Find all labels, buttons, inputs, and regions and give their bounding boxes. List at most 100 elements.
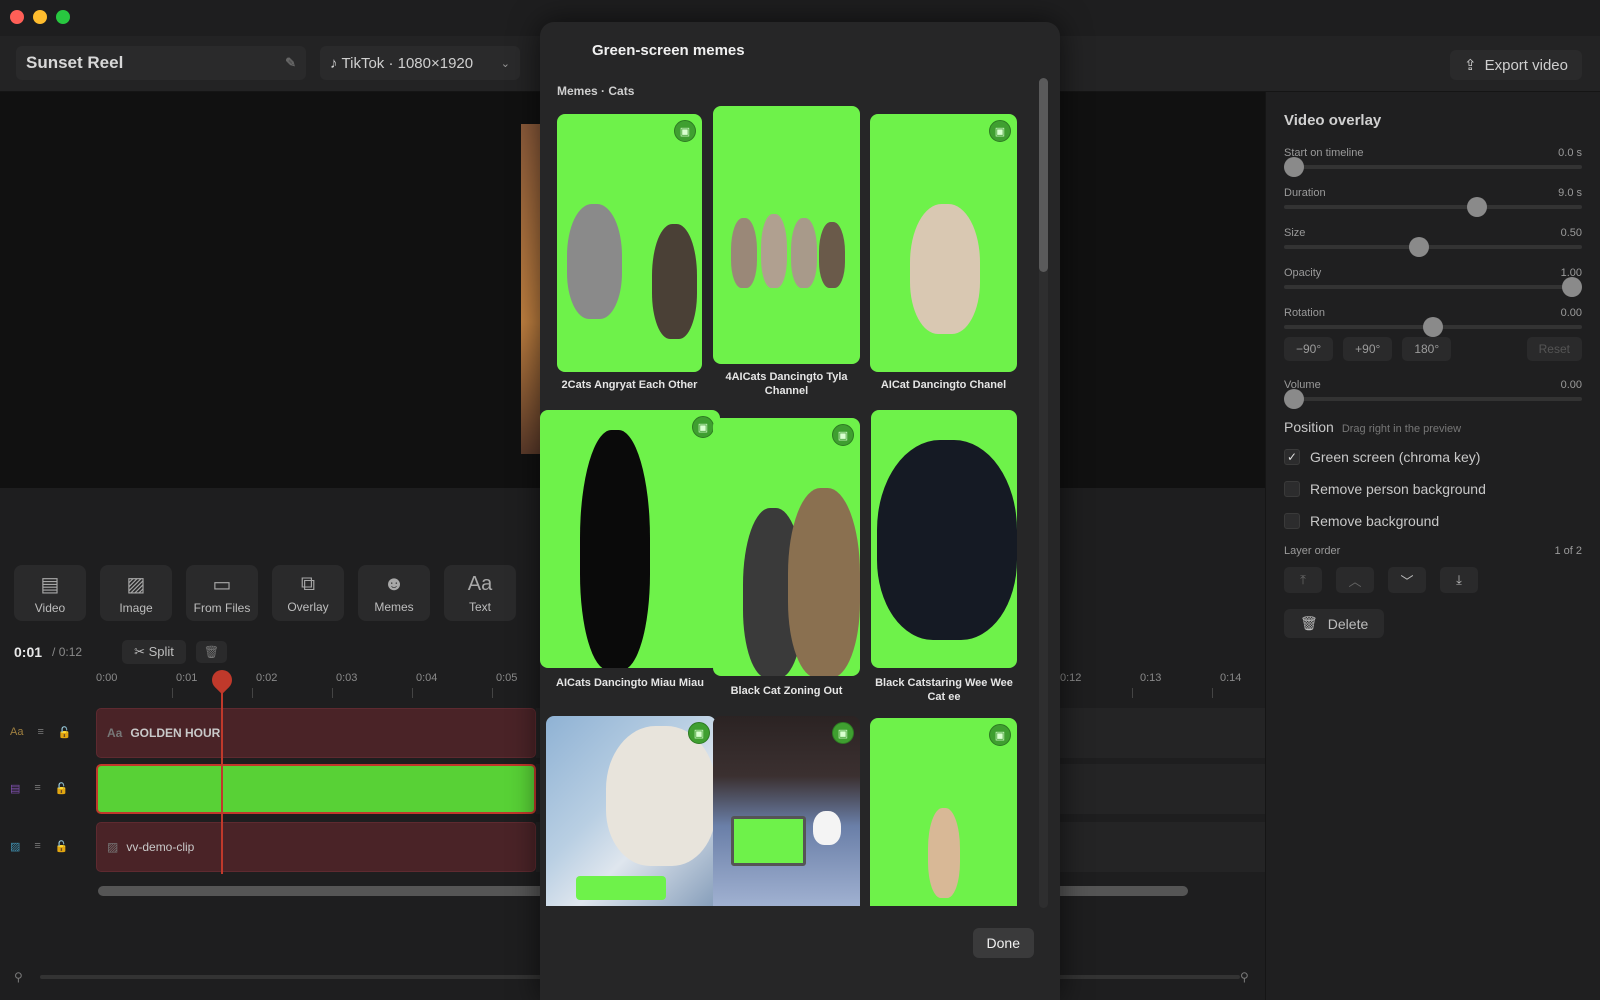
zoom-in-icon[interactable]: ⚲	[1240, 970, 1249, 984]
meme-card-2cats[interactable]: ▣ 2Cats Angryat Each Other	[557, 114, 702, 404]
move-up-icon[interactable]: ︿	[1336, 567, 1374, 593]
meme-card-cat-standing[interactable]: ▣	[870, 718, 1017, 906]
tool-label: Video	[34, 600, 66, 615]
meme-card-black-catstaring[interactable]: Black Catstaring Wee Wee Cat ee	[871, 410, 1017, 710]
menu-icon[interactable]: ≡	[37, 726, 43, 739]
slider-rotation: Rotation 0.00	[1284, 307, 1582, 337]
film-track-icon: ▤	[10, 783, 21, 795]
text-clip[interactable]: Aa GOLDEN HOUR	[96, 708, 536, 758]
slider-start: Start on timeline 0.0 s	[1284, 147, 1582, 177]
green-screen-badge-icon: ▣	[688, 722, 710, 744]
menu-icon[interactable]: ≡	[34, 782, 40, 795]
green-screen-badge-icon: ▣	[989, 724, 1011, 746]
close-window-button[interactable]	[10, 10, 24, 24]
slider-volume: Volume 0.00	[1284, 379, 1582, 409]
meme-card-cat-laptop[interactable]: ▣	[713, 716, 860, 906]
send-to-back-icon[interactable]: ⤓	[1440, 567, 1478, 593]
format-select[interactable]: ♪ TikTok · 1080×1920 ⌄	[320, 46, 520, 80]
project-name-field[interactable]: Sunset Reel ✎	[16, 46, 306, 80]
slider-opacity: Opacity 1.00	[1284, 267, 1582, 297]
reset-rotation-button[interactable]: Reset	[1526, 337, 1582, 361]
delete-overlay-button[interactable]: 🗑 Delete	[1284, 609, 1385, 638]
meme-card-aicats-miau[interactable]: ▣ AICats Dancingto Miau Miau	[540, 410, 720, 710]
rotate-minus-90-button[interactable]: −90°	[1284, 337, 1334, 361]
layer-order-value: 1 of 2	[1554, 545, 1582, 557]
green-screen-checkbox[interactable]: ✓ Green screen (chroma key)	[1284, 449, 1582, 465]
track-controls-video: ▤ ≡ 🔓	[10, 782, 69, 795]
export-video-button[interactable]: ⇪ Export video	[1450, 50, 1582, 80]
tool-image[interactable]: ▨ Image	[100, 565, 172, 621]
cat-figure	[910, 204, 980, 334]
meme-name: Black Catstaring Wee Wee Cat ee	[875, 677, 1013, 703]
lock-icon[interactable]: 🔓	[58, 726, 72, 739]
image-track-icon: ▨	[10, 841, 21, 853]
lock-icon[interactable]: 🔓	[55, 782, 69, 795]
split-label: Split	[148, 644, 174, 659]
start-slider[interactable]	[1284, 157, 1582, 177]
meme-name: AICats Dancingto Miau Miau	[556, 677, 704, 689]
move-down-icon[interactable]: ﹀	[1388, 567, 1426, 593]
menu-icon[interactable]: ≡	[34, 840, 40, 853]
rotate-plus-90-button[interactable]: +90°	[1343, 337, 1393, 361]
position-row: Position Drag right in the preview	[1284, 419, 1582, 435]
zoom-out-icon[interactable]: ⚲	[14, 970, 23, 984]
minimize-window-button[interactable]	[33, 10, 47, 24]
slider-knob[interactable]	[1409, 237, 1429, 257]
rotation-slider[interactable]	[1284, 317, 1582, 337]
tool-text[interactable]: Aa Text	[444, 565, 516, 621]
tool-video[interactable]: ▤ Video	[14, 565, 86, 621]
bring-to-front-icon[interactable]: ⤒	[1284, 567, 1322, 593]
tool-overlay[interactable]: ⧉ Overlay	[272, 565, 344, 621]
text-track-icon: Aa	[10, 726, 24, 738]
project-name: Sunset Reel	[26, 53, 124, 72]
overlay-video-clip[interactable]	[96, 764, 536, 814]
meme-card-cat-phone[interactable]: ▣	[546, 716, 716, 906]
scroll-thumb[interactable]	[1039, 78, 1048, 272]
size-slider[interactable]	[1284, 237, 1582, 257]
opacity-slider[interactable]	[1284, 277, 1582, 297]
slider-value: 9.0 s	[1558, 187, 1582, 199]
remove-person-bg-checkbox[interactable]: Remove person background	[1284, 481, 1582, 497]
dialog-scrollbar[interactable]	[1039, 78, 1048, 908]
meme-thumbnail	[870, 114, 1017, 372]
split-button[interactable]: ✂ Split	[122, 640, 186, 664]
tool-label: From Files	[193, 600, 251, 615]
trash-icon: 🗑	[1300, 615, 1318, 631]
delete-clip-button[interactable]: 🗑	[195, 641, 228, 663]
tool-from-files[interactable]: ▭ From Files	[186, 565, 258, 621]
image-clip[interactable]: ▨ vv-demo-clip	[96, 822, 536, 872]
film-icon: ▤	[40, 573, 60, 596]
remove-bg-checkbox[interactable]: Remove background	[1284, 513, 1582, 529]
tool-memes[interactable]: ☻ Memes	[358, 565, 430, 621]
meme-card-aicat-chanel[interactable]: ▣ AICat Dancingto Chanel	[870, 114, 1017, 404]
playhead[interactable]	[221, 674, 223, 874]
rotate-180-button[interactable]: 180°	[1402, 337, 1452, 361]
timeline-header: 0:01 / 0:12 ✂ Split 🗑	[14, 640, 228, 664]
cat-figure	[791, 218, 817, 288]
done-button[interactable]: Done	[972, 928, 1034, 958]
image-icon: ▨	[126, 573, 146, 596]
rotation-buttons: −90° +90° 180° Reset	[1284, 337, 1582, 361]
slider-knob[interactable]	[1284, 157, 1304, 177]
meme-card-4aicats[interactable]: 4AICats Dancingto Tyla Channel	[713, 106, 860, 404]
meme-grid: ▣ 2Cats Angryat Each Other 4AICats Danci…	[540, 106, 1040, 906]
duration-slider[interactable]	[1284, 197, 1582, 217]
green-screen-badge-icon: ▣	[692, 416, 714, 438]
slider-knob[interactable]	[1562, 277, 1582, 297]
lock-icon[interactable]: 🔓	[55, 840, 69, 853]
checkbox-label: Remove person background	[1310, 481, 1486, 497]
slider-knob[interactable]	[1423, 317, 1443, 337]
meme-thumbnail	[713, 106, 860, 364]
zoom-window-button[interactable]	[56, 10, 70, 24]
slider-knob[interactable]	[1467, 197, 1487, 217]
section-heading: Memes · Cats	[557, 84, 635, 98]
checkbox-box	[1284, 481, 1300, 497]
overlay-properties-panel: Video overlay Start on timeline 0.0 s Dur…	[1265, 92, 1600, 1000]
chevron-down-icon: ⌄	[500, 57, 510, 70]
slider-label: Opacity	[1284, 267, 1322, 279]
meme-card-black-cat-zoning[interactable]: ▣ Black Cat Zoning Out	[713, 418, 860, 708]
folder-icon: ▭	[212, 573, 232, 596]
ruler-tick: 0:03	[336, 672, 358, 684]
volume-slider[interactable]	[1284, 389, 1582, 409]
slider-knob[interactable]	[1284, 389, 1304, 409]
